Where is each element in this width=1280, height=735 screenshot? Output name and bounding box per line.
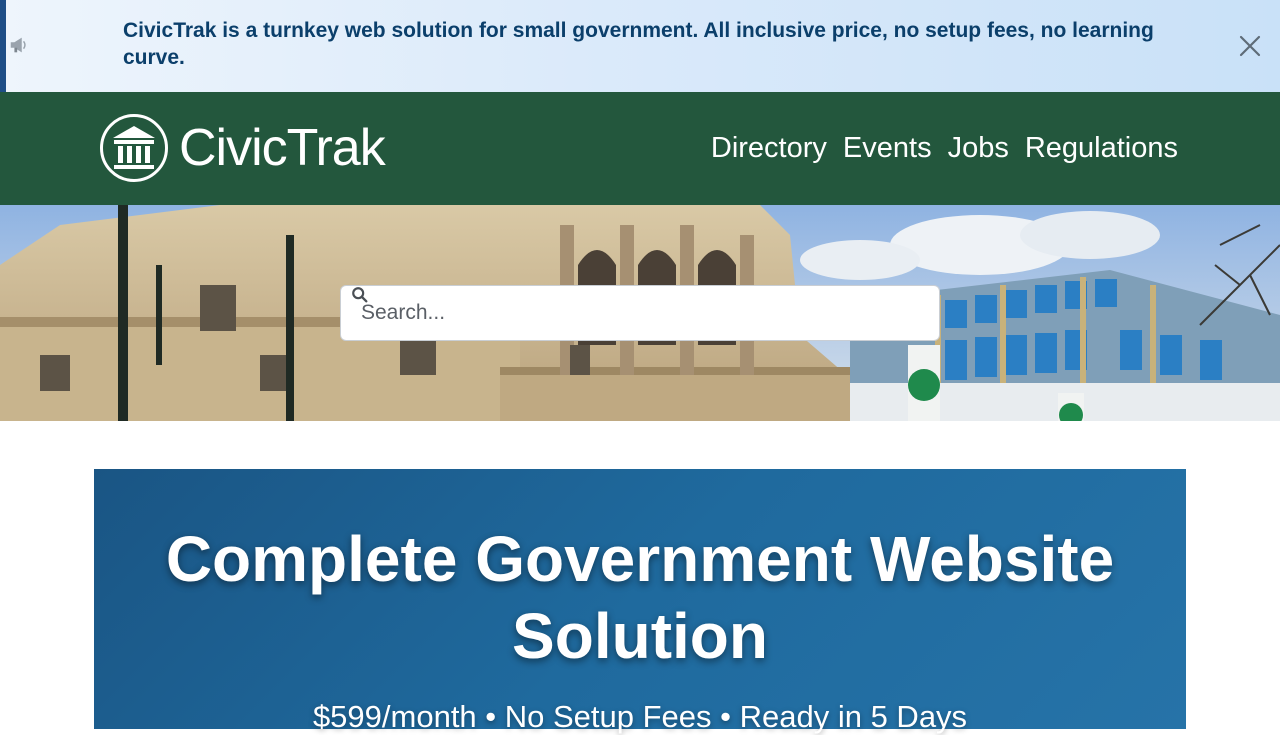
close-banner-button[interactable] [1236,32,1264,60]
nav-events[interactable]: Events [843,130,932,166]
promo-card: Complete Government Website Solution $59… [94,469,1186,734]
close-icon [1239,35,1261,57]
site-header: CivicTrak Directory Events Jobs Regulati… [0,92,1280,205]
hero-section [0,205,1280,421]
building-columns-icon [100,114,168,182]
announcement-banner: CivicTrak is a turnkey web solution for … [0,0,1280,92]
main-nav: Directory Events Jobs Regulations [711,130,1178,166]
promo-subtitle: $599/month • No Setup Fees • Ready in 5 … [312,699,968,734]
search-icon [352,287,368,303]
search-bar [340,285,940,341]
logo-text: CivicTrak [179,119,386,177]
site-logo[interactable]: CivicTrak [99,112,386,184]
search-input[interactable] [359,300,883,326]
banner-accent-bar [0,0,6,92]
banner-message: CivicTrak is a turnkey web solution for … [123,19,1154,69]
megaphone-icon [10,37,26,53]
nav-jobs[interactable]: Jobs [948,130,1009,166]
promo-title: Complete Government Website Solution [165,523,1115,672]
nav-directory[interactable]: Directory [711,130,827,166]
nav-regulations[interactable]: Regulations [1025,130,1178,166]
